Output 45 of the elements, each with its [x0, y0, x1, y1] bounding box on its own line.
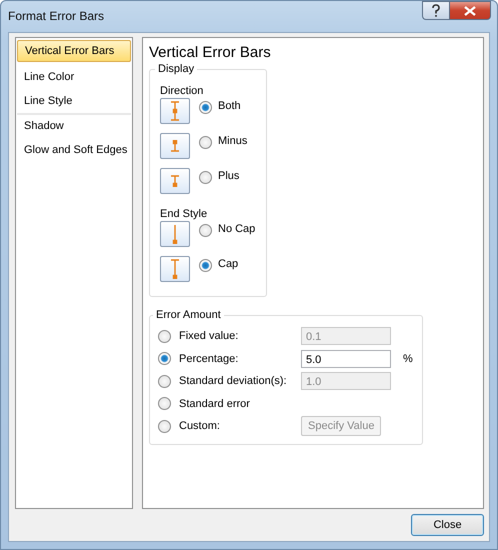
close-icon [464, 6, 476, 16]
help-icon [431, 4, 441, 18]
error-bar-style-button[interactable] [160, 133, 190, 159]
radio-label: Standard error [179, 398, 251, 410]
radio-label: No Cap [218, 223, 256, 235]
radio-label: Cap [218, 258, 238, 270]
radio-label: Custom: [179, 420, 221, 432]
error-bar-icon [170, 259, 180, 279]
radio-label: Plus [218, 170, 240, 182]
error-bar-style-button[interactable] [160, 256, 190, 282]
radio-button[interactable] [199, 171, 212, 184]
group-title: Display [157, 63, 196, 75]
input-field[interactable]: 5.0 [301, 350, 391, 368]
close-button[interactable] [449, 1, 491, 20]
error-bar-icon [170, 175, 180, 187]
unit-label: % [403, 352, 413, 365]
sidebar-item[interactable]: Line Color [17, 65, 131, 89]
radio-label: Standard deviation(s): [179, 375, 288, 388]
sidebar-item[interactable]: Vertical Error Bars [17, 40, 131, 62]
radio-button[interactable] [199, 259, 212, 272]
group-title: Error Amount [155, 309, 222, 321]
radio-label: Both [218, 100, 241, 112]
sidebar-item[interactable]: Glow and Soft Edges [17, 138, 131, 162]
error-bar-icon [170, 140, 180, 152]
line-icon [172, 224, 178, 244]
error-bar-icon [170, 101, 180, 121]
error-bar-style-button[interactable] [160, 168, 190, 194]
radio-button[interactable] [158, 397, 171, 410]
window-title: Format Error Bars [8, 9, 104, 23]
radio-label: Minus [218, 135, 248, 147]
radio-button[interactable] [158, 352, 171, 366]
panel-title: Vertical Error Bars [149, 44, 272, 61]
radio-button[interactable] [199, 224, 212, 237]
sidebar-item[interactable]: Shadow [17, 113, 131, 138]
radio-label: Fixed value: [179, 330, 240, 342]
sidebar-item[interactable]: Line Style [17, 89, 131, 113]
error-bar-style-button[interactable] [160, 98, 190, 124]
radio-label: Percentage: [179, 352, 240, 365]
help-button[interactable] [422, 1, 449, 20]
close-dialog-button[interactable]: Close [411, 514, 484, 536]
section-label: End Style [160, 208, 208, 220]
radio-button[interactable] [199, 101, 212, 114]
radio-button[interactable] [199, 136, 212, 149]
error-bar-style-button[interactable] [160, 221, 190, 247]
section-label: Direction [160, 85, 204, 97]
